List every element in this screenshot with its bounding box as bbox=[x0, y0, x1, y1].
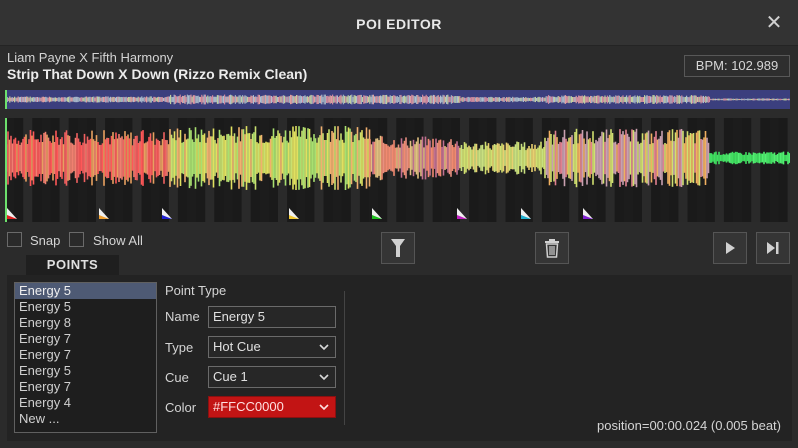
play-icon bbox=[726, 242, 735, 254]
type-label: Type bbox=[165, 340, 194, 355]
overview-waveform bbox=[5, 94, 790, 105]
cue-select-value: Cue 1 bbox=[213, 369, 248, 384]
type-select-value: Hot Cue bbox=[213, 339, 261, 354]
color-select[interactable]: #FFCC0000 bbox=[208, 396, 336, 418]
list-item[interactable]: Energy 5 bbox=[15, 363, 156, 379]
show-all-checkbox[interactable] bbox=[69, 232, 84, 247]
beat-column bbox=[714, 118, 724, 222]
track-title: Strip That Down X Down (Rizzo Remix Clea… bbox=[7, 66, 308, 82]
waveform-controls: Snap Show All bbox=[0, 226, 798, 268]
beat-column bbox=[769, 118, 779, 222]
position-readout: position=00:00.024 (0.005 beat) bbox=[597, 418, 781, 433]
points-list[interactable]: Energy 5 Energy 5 Energy 8 Energy 7 Energy 7… bbox=[14, 282, 157, 433]
color-label: Color bbox=[165, 400, 197, 415]
cue-label: Cue bbox=[165, 370, 189, 385]
filter-button[interactable] bbox=[381, 232, 415, 264]
list-item[interactable]: Energy 7 bbox=[15, 347, 156, 363]
chevron-down-icon bbox=[319, 404, 329, 411]
waveform-main[interactable] bbox=[5, 118, 790, 222]
playhead[interactable] bbox=[5, 118, 7, 222]
close-icon[interactable]: ✕ bbox=[764, 12, 784, 34]
chevron-down-icon bbox=[319, 374, 329, 381]
list-item[interactable]: New ... bbox=[15, 411, 156, 427]
cue-select[interactable]: Cue 1 bbox=[208, 366, 336, 388]
points-panel: Energy 5 Energy 5 Energy 8 Energy 7 Energy 7… bbox=[7, 275, 792, 441]
filter-icon bbox=[391, 239, 405, 257]
color-select-value: #FFCC0000 bbox=[213, 399, 284, 414]
skip-next-icon bbox=[767, 242, 779, 254]
list-item[interactable]: Energy 7 bbox=[15, 331, 156, 347]
track-artist: Liam Payne X Fifth Harmony bbox=[7, 50, 174, 65]
snap-label: Snap bbox=[30, 233, 61, 248]
beat-column bbox=[733, 118, 743, 222]
list-item[interactable]: Energy 4 bbox=[15, 395, 156, 411]
window-title: POI EDITOR bbox=[356, 16, 442, 32]
name-field[interactable]: Energy 5 bbox=[208, 306, 336, 328]
type-select[interactable]: Hot Cue bbox=[208, 336, 336, 358]
skip-next-button[interactable] bbox=[756, 232, 790, 264]
tab-points[interactable]: POINTS bbox=[26, 255, 119, 275]
list-item[interactable]: Energy 5 bbox=[15, 299, 156, 315]
bpm-display: BPM: 102.989 bbox=[684, 55, 790, 77]
beat-column bbox=[751, 118, 761, 222]
main-waveform bbox=[5, 118, 790, 222]
list-item[interactable]: Energy 8 bbox=[15, 315, 156, 331]
list-item[interactable]: Energy 5 bbox=[15, 283, 156, 299]
show-all-label: Show All bbox=[93, 233, 143, 248]
play-button[interactable] bbox=[713, 232, 747, 264]
list-item[interactable]: Energy 7 bbox=[15, 379, 156, 395]
overview-playhead[interactable] bbox=[5, 90, 7, 109]
title-bar: POI EDITOR ✕ bbox=[0, 0, 798, 46]
chevron-down-icon bbox=[319, 344, 329, 351]
name-label: Name bbox=[165, 309, 200, 324]
trash-icon bbox=[545, 239, 559, 258]
snap-checkbox[interactable] bbox=[7, 232, 22, 247]
beat-column bbox=[787, 118, 790, 222]
panel-divider bbox=[344, 291, 345, 425]
waveform-overview[interactable] bbox=[5, 90, 790, 109]
point-type-heading: Point Type bbox=[165, 283, 227, 298]
delete-button[interactable] bbox=[535, 232, 569, 264]
